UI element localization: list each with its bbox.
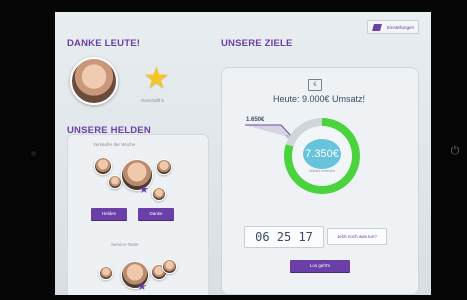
ask-field[interactable]: Jetzt noch was tun? <box>327 228 387 245</box>
submit-button[interactable]: Los geht's <box>290 260 350 272</box>
app-screen: DANKE LEUTE! ★ Geschafft 5 UNSERE HELDEN… <box>55 12 431 295</box>
ring-subtitle: bisher erreicht <box>309 168 335 173</box>
ring-value: 7.350€ <box>303 139 341 169</box>
progress-ring-inner: 7.350€ bisher erreicht <box>292 126 352 186</box>
countdown-timer: 06 25 17 <box>244 226 324 248</box>
side-button-icon[interactable]: ⏻ <box>449 144 461 158</box>
tablet-frame: ⏻ DANKE LEUTE! ★ Geschafft 5 UNSERE HELD… <box>0 0 467 300</box>
camera-dot <box>31 151 36 156</box>
remaining-amount: 1.650€ <box>246 117 265 123</box>
progress-ring: 7.350€ bisher erreicht <box>284 118 360 194</box>
progress-connector <box>245 124 294 139</box>
